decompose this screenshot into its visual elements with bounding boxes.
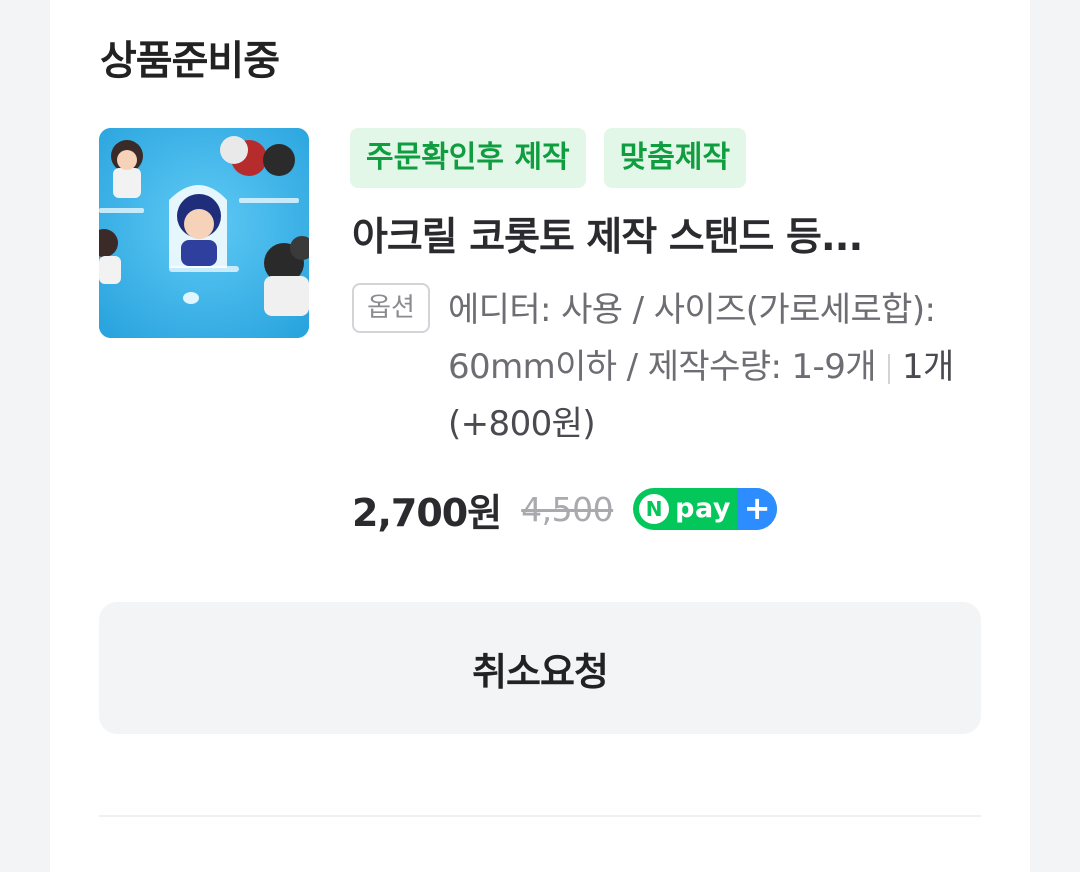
product-image <box>99 128 309 338</box>
badge-custom-made: 맞춤제작 <box>603 128 747 188</box>
option-tag: 옵션 <box>352 283 430 333</box>
plus-icon: + <box>737 488 778 530</box>
option-details: 에디터: 사용 / 사이즈(가로세로합): 60mm이하 / 제작수량: 1-9… <box>448 282 988 453</box>
order-card: 상품준비중 주문확인후 제작 맞춤제작 아크릴 코롯토 제작 스탠드 등... … <box>50 0 1030 872</box>
option-text: 에디터: 사용 / 사이즈(가로세로합): 60mm이하 / 제작수량: 1-9… <box>448 290 936 387</box>
product-thumbnail[interactable] <box>99 128 309 338</box>
npay-label: pay <box>675 493 731 524</box>
badge-made-after-confirmation: 주문확인후 제작 <box>350 128 586 188</box>
cancel-request-button[interactable]: 취소요청 <box>99 602 981 734</box>
order-status-title: 상품준비중 <box>100 38 280 84</box>
npay-plus-badge: N pay + <box>633 488 778 530</box>
price-row: 2,700원 4,500 N pay + <box>352 478 778 540</box>
sale-price: 2,700원 <box>352 490 502 535</box>
product-badges: 주문확인후 제작 맞춤제작 <box>350 128 747 188</box>
divider <box>99 815 981 817</box>
product-title[interactable]: 아크릴 코롯토 제작 스탠드 등... <box>352 206 992 262</box>
npay-n-icon: N <box>639 494 670 524</box>
original-price: 4,500 <box>521 489 614 529</box>
option-separator <box>887 353 890 384</box>
